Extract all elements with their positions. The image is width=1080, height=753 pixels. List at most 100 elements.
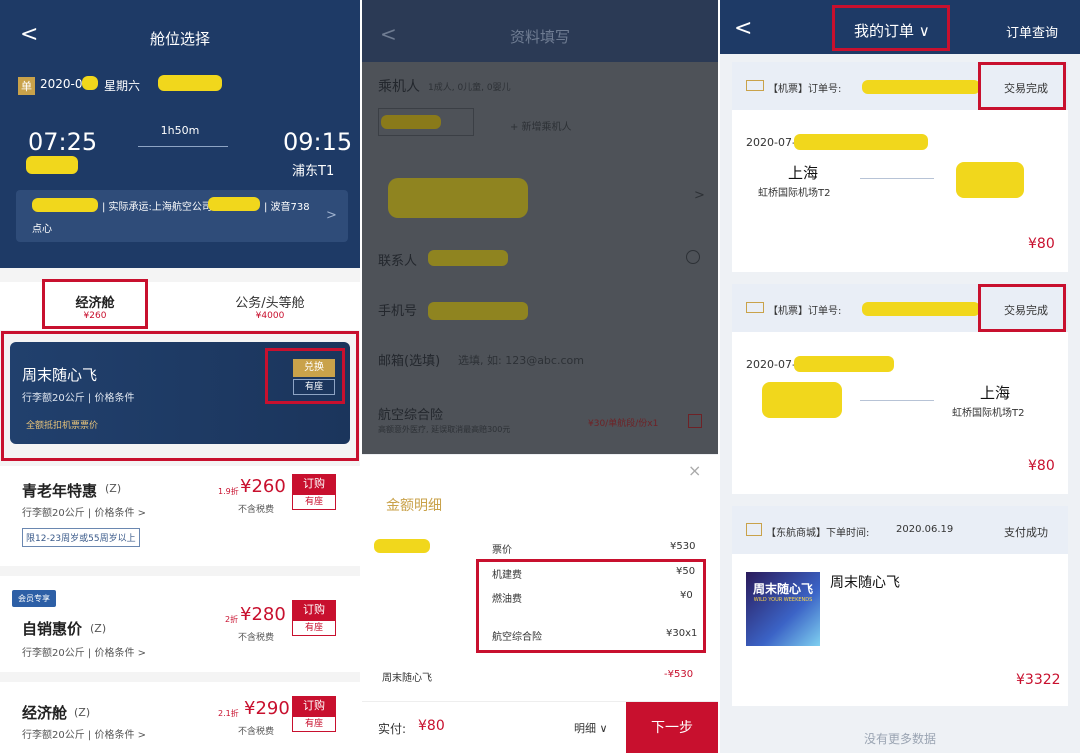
chevron-right-icon: >	[326, 208, 337, 223]
from-city: 上海	[788, 164, 819, 182]
order-date: 2020-07-	[746, 358, 796, 371]
form-overlay: 乘机人 1成人, 0儿童, 0婴儿 + 新增乘机人 > 联系人 手机号 邮箱(选…	[362, 62, 718, 454]
chevron-right-icon: >	[694, 188, 705, 203]
order-card-header: 【东航商城】下单时间: 2020.06.19 支付成功	[732, 506, 1068, 554]
ticket-icon	[746, 80, 764, 91]
fare-discount: 1.9折	[218, 487, 239, 496]
highlight-box	[978, 284, 1066, 332]
fare-price: ¥260	[240, 476, 286, 497]
contact-label: 联系人	[378, 254, 418, 269]
route-line	[860, 178, 934, 179]
order-status: 支付成功	[1004, 526, 1048, 539]
discount-value: -¥530	[664, 669, 694, 680]
page-title: 舱位选择	[149, 30, 210, 48]
meal-info: 点心	[32, 224, 52, 235]
detail-toggle[interactable]: 明细 ∨	[574, 720, 608, 736]
fare-conditions[interactable]: 行李额20公斤 | 价格条件 >	[22, 504, 146, 519]
flight-weekday: 星期六	[104, 79, 141, 93]
flight-info-card[interactable]: | 实际承运:上海航空公司 | 波音738 点心 >	[16, 190, 348, 242]
redaction-mark	[82, 76, 98, 90]
order-query-link[interactable]: 订单查询	[1006, 22, 1058, 41]
seat-available-tag: 有座	[292, 716, 336, 732]
fare-code: (Z)	[90, 622, 107, 635]
age-limit-tag: 限12-23周岁或55周岁以上	[22, 528, 140, 547]
product-image: 周末随心飞 WILD YOUR WEEKENDS	[746, 572, 820, 646]
tax-note: 不含税费	[238, 727, 275, 737]
sheet-title: 金额明细	[386, 498, 442, 514]
email-input[interactable]: 选填, 如: 123@abc.com	[458, 352, 584, 368]
book-button[interactable]: 订购	[292, 600, 336, 620]
fare-price: ¥280	[240, 604, 286, 625]
redaction-mark	[208, 197, 260, 211]
redaction-mark	[794, 134, 928, 150]
fare-row[interactable]: 青老年特惠 (Z) 行李额20公斤 | 价格条件 > 限12-23周岁或55周岁…	[0, 466, 360, 566]
product-image-title: 周末随心飞	[752, 582, 813, 596]
order-type: 【机票】订单号:	[768, 84, 842, 95]
fare-row[interactable]: 会员专享 自销惠价 (Z) 行李额20公斤 | 价格条件 > 2折 ¥280 不…	[0, 576, 360, 672]
my-orders-screen: < 我的订单 ∨ 订单查询 【机票】订单号: 交易完成 2020-07- 上海 …	[720, 0, 1080, 753]
redaction-mark	[388, 178, 528, 218]
highlight-box	[265, 348, 345, 404]
order-card[interactable]: 【东航商城】下单时间: 2020.06.19 支付成功 周末随心飞 WILD Y…	[732, 506, 1068, 706]
highlight-box	[42, 279, 148, 329]
price-detail-sheet: 金额明细 × 票价 ¥530 机建费 ¥50 燃油费 ¥0 航空综合险 ¥30x…	[362, 455, 718, 753]
ticket-icon	[746, 302, 764, 313]
redaction-mark	[862, 302, 980, 316]
fare-price: ¥290	[244, 698, 290, 719]
fare-conditions[interactable]: 行李额20公斤 | 价格条件 >	[22, 644, 146, 659]
form-header: < 资料填写	[362, 0, 718, 62]
to-city: 上海	[980, 384, 1011, 402]
order-price: ¥80	[1028, 236, 1055, 252]
page-title: 资料填写	[509, 28, 570, 46]
checkout-bar: 实付: ¥80 明细 ∨ 下一步	[362, 701, 718, 753]
shop-icon	[746, 523, 762, 536]
passenger-label: 乘机人	[378, 79, 420, 95]
redaction-mark	[428, 302, 528, 320]
seat-available-tag: 有座	[292, 620, 336, 636]
book-button[interactable]: 订购	[292, 474, 336, 494]
passenger-chip[interactable]	[378, 108, 474, 136]
redaction-mark	[794, 356, 894, 372]
ticket-price-value: ¥530	[670, 541, 696, 552]
tab-business-label: 公务/头等舱	[235, 296, 305, 311]
fare-row[interactable]: 经济舱 (Z) 行李额20公斤 | 价格条件 > 2.1折 ¥290 不含税费 …	[0, 682, 360, 753]
pay-label: 实付:	[378, 722, 407, 736]
redaction-mark	[158, 75, 222, 91]
fare-name: 自销惠价	[22, 620, 83, 638]
from-airport: 虹桥国际机场T2	[758, 188, 831, 199]
cabin-select-screen: < 舱位选择 单 2020-07 星期六 07:25 1h50m 09:15 浦…	[0, 0, 360, 753]
redaction-mark	[956, 162, 1024, 198]
route-line	[138, 146, 228, 147]
order-type: 【机票】订单号:	[768, 306, 842, 317]
next-step-button[interactable]: 下一步	[626, 702, 718, 753]
order-price: ¥3322	[1016, 672, 1061, 688]
add-passenger-link[interactable]: + 新增乘机人	[510, 118, 572, 133]
single-trip-badge: 单	[18, 77, 35, 95]
redaction-mark	[26, 156, 78, 174]
tab-business[interactable]: 公务/头等舱 ¥4000	[210, 282, 330, 330]
tab-business-price: ¥4000	[255, 311, 285, 321]
book-button[interactable]: 订购	[292, 696, 336, 716]
fare-name: 青老年特惠	[22, 482, 98, 500]
arrive-airport: 浦东T1	[292, 164, 335, 179]
pay-amount: ¥80	[418, 718, 445, 734]
order-date: 2020-07-	[746, 136, 796, 149]
passenger-counts: 1成人, 0儿童, 0婴儿	[428, 83, 511, 93]
back-button[interactable]: <	[734, 16, 752, 41]
contact-book-icon[interactable]	[686, 250, 700, 264]
fare-discount: 2折	[225, 615, 239, 624]
fare-conditions[interactable]: 行李额20公斤 | 价格条件 >	[22, 726, 146, 741]
redaction-mark	[374, 539, 430, 553]
insurance-checkbox[interactable]	[688, 414, 702, 428]
fare-discount: 2.1折	[218, 709, 239, 718]
redaction-mark	[381, 115, 441, 129]
fare-name: 经济舱	[22, 704, 68, 722]
arrive-time: 09:15	[283, 128, 353, 156]
insurance-price: ¥30/单航段/份x1	[588, 419, 659, 429]
to-airport: 虹桥国际机场T2	[952, 408, 1025, 419]
redaction-mark	[762, 382, 842, 418]
close-icon[interactable]: ×	[688, 461, 701, 480]
flight-header: < 舱位选择 单 2020-07 星期六 07:25 1h50m 09:15 浦…	[0, 0, 360, 268]
info-form-screen: < 资料填写 乘机人 1成人, 0儿童, 0婴儿 + 新增乘机人 > 联系人 手…	[362, 0, 718, 753]
aircraft-type: | 波音738	[264, 202, 310, 213]
